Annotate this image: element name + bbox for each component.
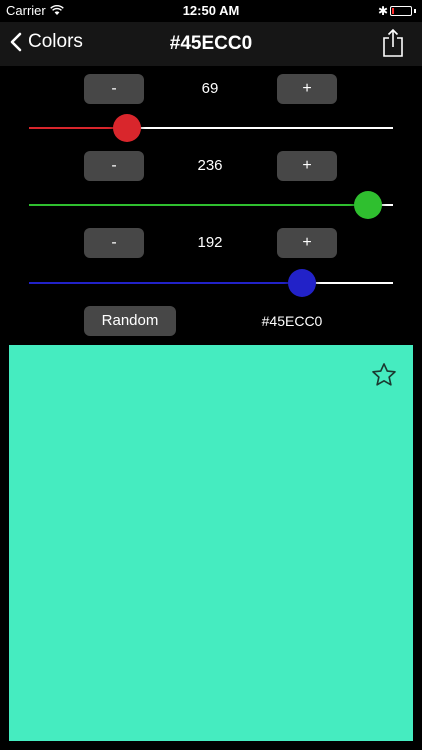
green-value: 236: [197, 157, 223, 174]
random-button[interactable]: Random: [84, 306, 176, 336]
blue-stepper-row: - 192 +: [0, 228, 422, 260]
red-slider-thumb[interactable]: [113, 114, 142, 142]
red-minus-button[interactable]: -: [84, 74, 144, 104]
red-slider-track-empty: [127, 127, 393, 129]
favorite-button[interactable]: [370, 361, 398, 394]
color-swatch: [9, 345, 413, 741]
red-value: 69: [201, 80, 219, 97]
green-slider-track-filled: [29, 204, 368, 206]
blue-slider[interactable]: [29, 268, 393, 298]
green-plus-button[interactable]: +: [277, 151, 337, 181]
page-title: #45ECC0: [169, 33, 253, 54]
hex-value: #45ECC0: [261, 313, 323, 329]
star-icon: [372, 363, 396, 386]
green-minus-button[interactable]: -: [84, 151, 144, 181]
share-button[interactable]: [382, 28, 404, 63]
green-stepper-row: - 236 +: [0, 151, 422, 183]
status-time: 12:50 AM: [182, 3, 240, 18]
nav-bar: Colors #45ECC0: [0, 22, 422, 66]
green-slider-thumb[interactable]: [353, 191, 382, 219]
blue-minus-button[interactable]: -: [84, 228, 144, 258]
blue-plus-button[interactable]: +: [277, 228, 337, 258]
blue-value: 192: [197, 234, 223, 251]
blue-slider-thumb[interactable]: [288, 269, 316, 297]
blue-slider-track-filled: [29, 282, 302, 284]
share-icon: [383, 28, 403, 57]
status-bar: Carrier 12:50 AM ✱: [0, 0, 422, 22]
red-plus-button[interactable]: +: [277, 74, 337, 104]
status-right: ✱: [378, 4, 416, 18]
battery-icon: [390, 6, 412, 16]
red-slider[interactable]: [29, 113, 393, 143]
red-stepper-row: - 69 +: [0, 74, 422, 106]
bluetooth-icon: ✱: [377, 4, 388, 18]
green-slider[interactable]: [29, 190, 393, 220]
